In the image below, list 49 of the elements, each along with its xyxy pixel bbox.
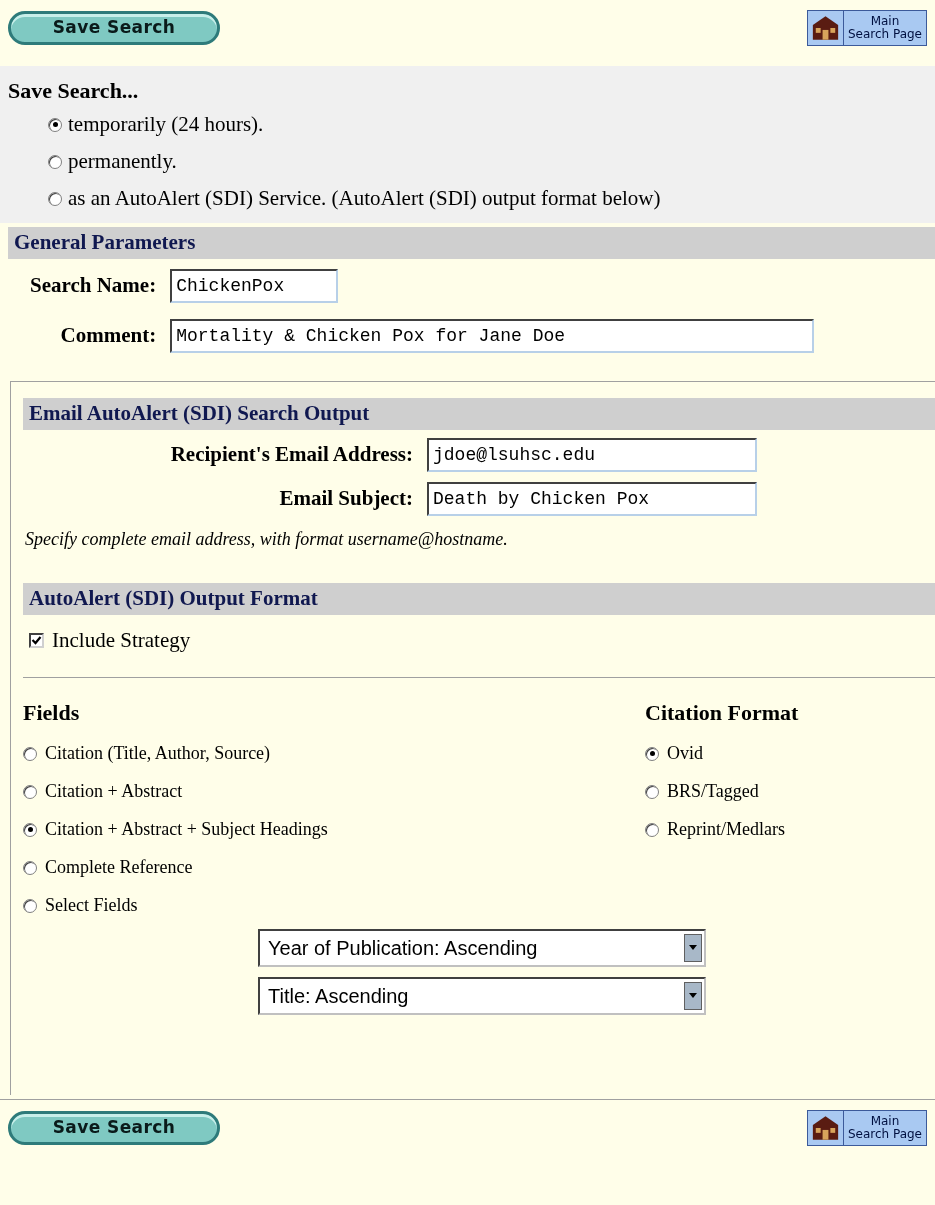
hint-text: Specify complete email address, with format username@hostname. bbox=[24, 528, 509, 551]
radio-button[interactable] bbox=[23, 860, 37, 875]
radio-button[interactable] bbox=[23, 898, 37, 913]
sort-dropdown[interactable]: Title: Ascending bbox=[258, 976, 706, 1015]
link-text: Main bbox=[870, 1115, 900, 1128]
checkbox[interactable] bbox=[29, 633, 44, 649]
field-label: Recipient's Email Address: bbox=[169, 441, 413, 469]
group-title: Citation Format bbox=[645, 698, 800, 727]
option-label: permanently. bbox=[68, 147, 177, 175]
section-header: Email AutoAlert (SDI) Search Output bbox=[23, 398, 935, 430]
text-field[interactable]: jdoe@lsuhsc.edu bbox=[427, 438, 757, 472]
radio-button[interactable] bbox=[48, 154, 62, 169]
option-label: Citation + Abstract + Subject Headings bbox=[45, 818, 328, 841]
checkbox-label: Include Strategy bbox=[52, 627, 191, 654]
option-label: Citation (Title, Author, Source) bbox=[45, 742, 271, 765]
radio-button[interactable] bbox=[645, 822, 659, 837]
option-label: Citation + Abstract bbox=[45, 780, 183, 803]
save-search-button[interactable]: Save Search bbox=[8, 1111, 220, 1145]
option-label: Complete Reference bbox=[45, 856, 193, 879]
group-title: Fields bbox=[23, 698, 81, 727]
sort-dropdown[interactable]: Year of Publication: Ascending bbox=[258, 928, 706, 967]
radio-button[interactable] bbox=[48, 117, 62, 132]
text-field[interactable]: Mortality & Chicken Pox for Jane Doe bbox=[170, 319, 815, 353]
field-label: Search Name: bbox=[30, 272, 157, 300]
main-search-page-link[interactable]: Main Search Page bbox=[806, 1110, 927, 1146]
text-field[interactable]: ChickenPox bbox=[170, 269, 339, 303]
option-label: Reprint/Medlars bbox=[667, 818, 785, 841]
radio-button[interactable] bbox=[23, 746, 37, 761]
section-header: General Parameters bbox=[8, 227, 935, 259]
option-label: as an AutoAlert (SDI) Service. (AutoAlert (SDI) output format below) bbox=[68, 184, 661, 212]
radio-button[interactable] bbox=[645, 784, 659, 799]
text-field[interactable]: Death by Chicken Pox bbox=[427, 482, 757, 516]
option-label: temporarily (24 hours). bbox=[68, 110, 264, 138]
field-label: Comment: bbox=[59, 322, 157, 350]
option-label: BRS/Tagged bbox=[667, 780, 759, 803]
panel-title: Save Search... bbox=[8, 77, 140, 105]
radio-button[interactable] bbox=[23, 784, 37, 799]
link-text: Search Page bbox=[847, 1128, 922, 1141]
main-search-page-link[interactable]: Main Search Page bbox=[806, 10, 927, 46]
option-label: Ovid bbox=[667, 742, 703, 765]
radio-button[interactable] bbox=[48, 191, 62, 206]
link-text: Main bbox=[870, 15, 900, 28]
field-label: Email Subject: bbox=[278, 485, 413, 513]
radio-button[interactable] bbox=[23, 822, 37, 837]
option-label: Select Fields bbox=[45, 894, 138, 917]
link-text: Search Page bbox=[847, 28, 922, 41]
radio-button[interactable] bbox=[645, 746, 659, 761]
save-search-button[interactable]: Save Search bbox=[8, 11, 220, 45]
section-header: AutoAlert (SDI) Output Format bbox=[23, 583, 935, 615]
